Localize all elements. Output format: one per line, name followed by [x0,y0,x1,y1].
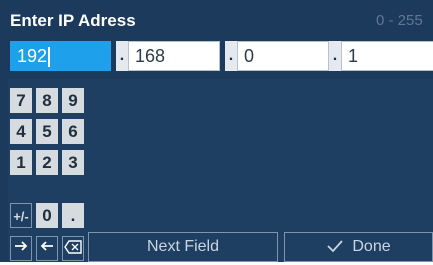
backspace-button[interactable] [62,236,84,261]
octet-3-field[interactable]: 0 [237,41,329,71]
arrow-left-icon [40,241,53,251]
key-4[interactable]: 4 [10,119,32,144]
key-2[interactable]: 2 [36,150,58,175]
octet-separator-1: . [116,41,128,71]
key-3[interactable]: 3 [62,150,84,175]
key-6[interactable]: 6 [62,119,84,144]
key-9[interactable]: 9 [62,88,84,113]
octet-separator-3: . [329,41,341,71]
arrow-right-icon [15,241,28,251]
next-arrow-button[interactable] [10,236,32,261]
octet-1-value: 192 [17,46,48,66]
dialog-title: Enter IP Adress [10,11,136,30]
range-hint: 0 - 255 [376,12,423,29]
previous-arrow-button[interactable] [36,236,58,261]
key-decimal[interactable]: . [62,203,84,228]
next-field-button[interactable]: Next Field [88,232,278,262]
octet-separator-2: . [225,41,237,71]
key-1[interactable]: 1 [10,150,32,175]
key-8[interactable]: 8 [36,88,58,113]
key-0[interactable]: 0 [36,203,58,228]
octet-4-field[interactable]: 1 [341,41,433,71]
next-field-label: Next Field [146,238,220,255]
key-7[interactable]: 7 [10,88,32,113]
ip-entry-dialog: Enter IP Adress 0 - 255 192 . 168 . 0 . … [0,0,433,262]
backspace-icon [64,240,82,254]
octet-1-field[interactable]: 192 [10,41,111,71]
key-5[interactable]: 5 [36,119,58,144]
text-caret [48,47,51,68]
key-plus-minus[interactable]: +/- [10,203,32,228]
done-button[interactable]: Done [284,232,433,262]
octet-2-field[interactable]: 168 [128,41,220,71]
checkmark-icon [327,240,344,253]
done-label: Done [352,238,391,255]
